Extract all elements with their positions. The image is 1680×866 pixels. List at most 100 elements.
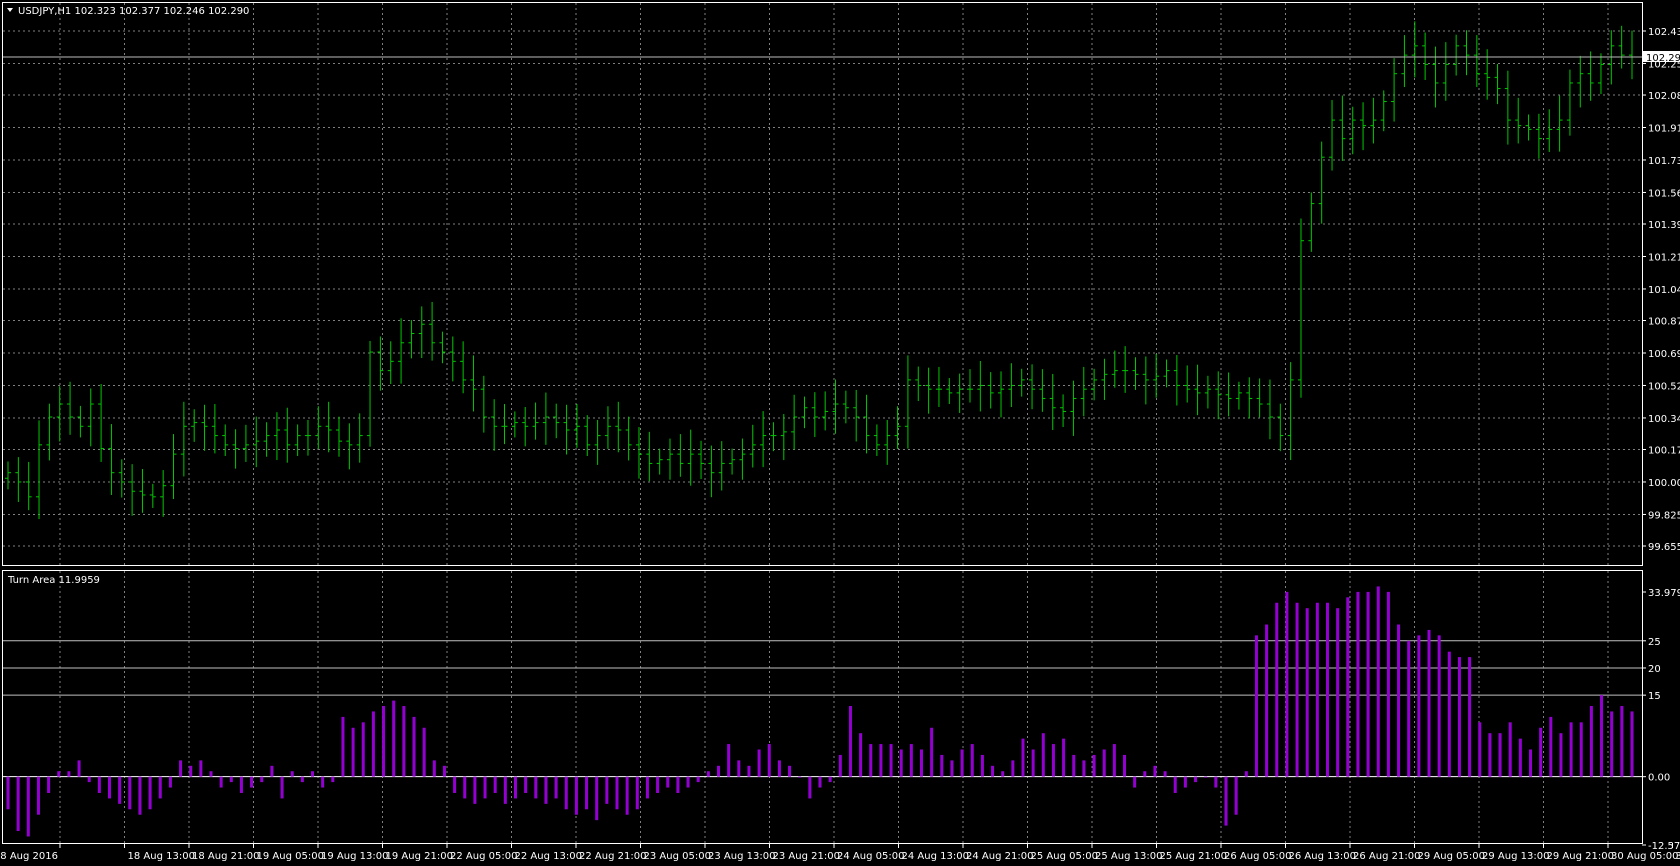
ohlc-bar[interactable] (139, 468, 146, 513)
histogram-bar[interactable] (666, 776, 670, 788)
histogram-bar[interactable] (351, 727, 355, 777)
ohlc-bar[interactable] (677, 434, 684, 477)
ohlc-bar[interactable] (284, 407, 291, 463)
histogram-bar[interactable] (635, 776, 639, 810)
histogram-bar[interactable] (859, 733, 863, 777)
ohlc-bar[interactable] (1194, 364, 1201, 416)
ohlc-bar[interactable] (263, 422, 270, 457)
ohlc-bar[interactable] (1235, 381, 1242, 410)
ohlc-bar[interactable] (160, 470, 167, 517)
histogram-bar[interactable] (1346, 597, 1350, 777)
histogram-bar[interactable] (209, 771, 213, 777)
histogram-bar[interactable] (473, 776, 477, 804)
ohlc-bar[interactable] (470, 355, 477, 412)
ohlc-bar[interactable] (1629, 30, 1635, 80)
histogram-bar[interactable] (656, 776, 660, 793)
histogram-bar[interactable] (1600, 695, 1604, 777)
ohlc-bar[interactable] (336, 416, 343, 457)
histogram-bar[interactable] (412, 716, 416, 777)
ohlc-bar[interactable] (1184, 365, 1191, 403)
histogram-bar[interactable] (1589, 706, 1593, 777)
ohlc-bar[interactable] (1360, 102, 1367, 151)
ohlc-bar[interactable] (1204, 375, 1211, 409)
histogram-bar[interactable] (371, 711, 375, 777)
histogram-bar[interactable] (1275, 602, 1279, 777)
histogram-bar[interactable] (1498, 733, 1502, 777)
ohlc-bar[interactable] (522, 406, 529, 447)
histogram-bar[interactable] (1356, 591, 1360, 777)
histogram-bar[interactable] (6, 776, 10, 810)
histogram-bar[interactable] (1112, 744, 1116, 777)
histogram-bar[interactable] (980, 754, 984, 777)
histogram-bar[interactable] (1447, 651, 1451, 777)
ohlc-bar[interactable] (977, 360, 984, 412)
histogram-bar[interactable] (514, 776, 517, 799)
histogram-bar[interactable] (899, 749, 903, 777)
ohlc-bar[interactable] (739, 438, 746, 480)
histogram-bar[interactable] (453, 776, 457, 793)
ohlc-bar[interactable] (460, 341, 467, 394)
ohlc-bar[interactable] (1339, 95, 1346, 161)
ohlc-bar[interactable] (98, 383, 105, 462)
ohlc-bar[interactable] (1111, 350, 1118, 388)
histogram-bar[interactable] (1366, 591, 1370, 777)
histogram-bar[interactable] (1163, 771, 1167, 777)
ohlc-bar[interactable] (791, 394, 798, 450)
histogram-bar[interactable] (1326, 602, 1329, 777)
ohlc-bar[interactable] (1318, 141, 1325, 224)
ohlc-bar[interactable] (253, 416, 260, 468)
histogram-bar[interactable] (402, 706, 406, 777)
ohlc-bar[interactable] (1442, 42, 1449, 101)
histogram-bar[interactable] (1153, 765, 1157, 777)
histogram-bar[interactable] (260, 776, 264, 783)
ohlc-bar[interactable] (1525, 114, 1532, 141)
ohlc-bar[interactable] (894, 406, 901, 449)
histogram-bar[interactable] (828, 776, 832, 783)
ohlc-bar[interactable] (418, 306, 425, 359)
ohlc-bar[interactable] (760, 411, 767, 468)
histogram-bar[interactable] (1407, 640, 1411, 777)
ohlc-bar[interactable] (1225, 372, 1232, 417)
histogram-bar[interactable] (1336, 608, 1340, 777)
histogram-bar[interactable] (1173, 776, 1177, 793)
ohlc-bar[interactable] (708, 445, 715, 498)
ohlc-bar[interactable] (1266, 379, 1273, 440)
histogram-bar[interactable] (1254, 635, 1258, 777)
histogram-bar[interactable] (1133, 776, 1137, 788)
histogram-bar[interactable] (493, 776, 497, 793)
ohlc-bar[interactable] (211, 404, 218, 454)
ohlc-bar[interactable] (501, 404, 508, 445)
histogram-bar[interactable] (777, 760, 781, 777)
ohlc-bar[interactable] (67, 381, 74, 435)
histogram-bar[interactable] (1194, 776, 1198, 783)
ohlc-bar[interactable] (966, 369, 973, 403)
histogram-bar[interactable] (57, 771, 61, 777)
ohlc-bar[interactable] (780, 414, 787, 461)
histogram-bar[interactable] (483, 776, 487, 799)
histogram-bar[interactable] (717, 765, 720, 777)
histogram-bar[interactable] (564, 776, 568, 810)
ohlc-bar[interactable] (1391, 58, 1398, 122)
ohlc-bar[interactable] (1070, 380, 1077, 436)
histogram-bar[interactable] (1427, 629, 1431, 777)
histogram-bar[interactable] (158, 776, 162, 799)
ohlc-bar[interactable] (1463, 30, 1470, 76)
histogram-bar[interactable] (534, 776, 538, 799)
ohlc-bar[interactable] (315, 406, 322, 449)
ohlc-bar[interactable] (491, 399, 498, 451)
histogram-bar[interactable] (970, 744, 974, 777)
ohlc-bar[interactable] (987, 372, 994, 409)
ohlc-bar[interactable] (1060, 394, 1067, 428)
histogram-bar[interactable] (595, 776, 599, 821)
ohlc-bar[interactable] (1039, 369, 1046, 412)
ohlc-bar[interactable] (1618, 25, 1625, 69)
ohlc-bar[interactable] (1018, 368, 1025, 397)
histogram-bar[interactable] (788, 765, 792, 777)
histogram-bar[interactable] (1529, 749, 1532, 777)
ohlc-bar[interactable] (1277, 403, 1284, 452)
ohlc-bar[interactable] (346, 423, 353, 470)
ohlc-bar[interactable] (873, 424, 880, 456)
histogram-bar[interactable] (1031, 749, 1035, 777)
turn-area-histogram[interactable] (6, 586, 1634, 837)
histogram-bar[interactable] (1478, 722, 1482, 777)
